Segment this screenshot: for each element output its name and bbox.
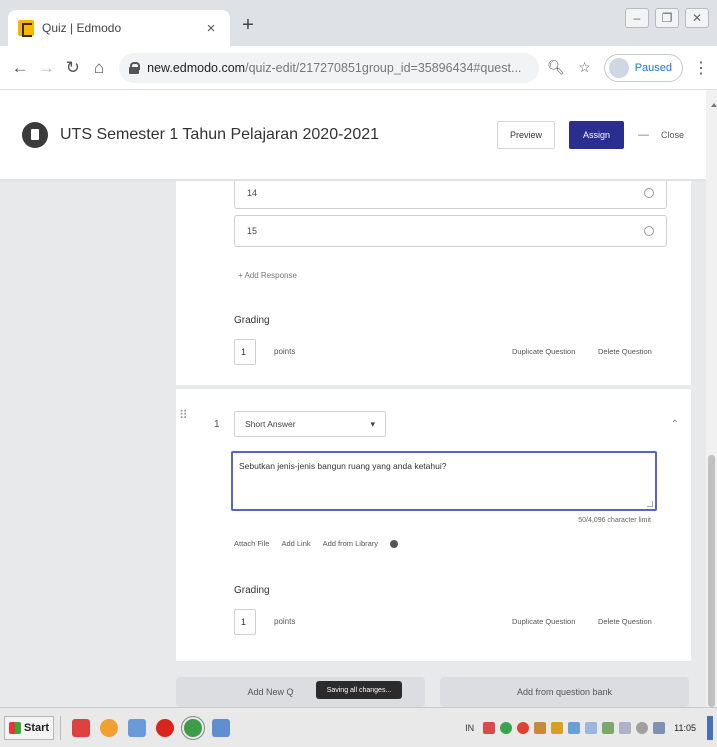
forward-arrow-icon[interactable]: → (34, 55, 58, 81)
character-limit: 50/4,096 character limit (578, 517, 651, 524)
add-from-library-button[interactable]: Add from Library (323, 539, 378, 548)
browser-toolbar: ← → ↻ ⌂ new.edmodo.com/quiz-edit/2172708… (0, 46, 717, 90)
windows-flag-icon (9, 721, 21, 734)
speaker-icon[interactable] (636, 721, 649, 734)
add-from-question-bank-button[interactable]: Add from question bank (440, 677, 689, 707)
grading-label: Grading (234, 315, 270, 326)
profile-status: Paused (634, 61, 673, 74)
language-indicator[interactable]: IN (465, 723, 474, 733)
tray-icon-app[interactable] (602, 721, 615, 734)
tray-icon-network[interactable] (568, 721, 581, 734)
battery-icon[interactable] (653, 721, 666, 734)
delete-question-button[interactable]: Delete Question (598, 617, 652, 626)
points-label: points (274, 347, 296, 356)
close-button[interactable]: Close (661, 130, 684, 140)
resize-handle-icon[interactable] (647, 501, 653, 507)
app-icon-chrome[interactable] (100, 718, 119, 737)
saving-toast: Saving all changes... (316, 681, 402, 699)
quiz-header: UTS Semester 1 Tahun Pelajaran 2020-2021… (0, 90, 706, 180)
profile-button[interactable]: Paused (603, 53, 684, 82)
preview-button[interactable]: Preview (496, 120, 555, 149)
start-label: Start (24, 721, 50, 734)
os-taskbar: Start IN 11:05 (0, 707, 717, 747)
tab-title: Quiz | Edmodo (42, 21, 122, 35)
drag-handle-icon[interactable]: ⠿ (179, 409, 188, 421)
duplicate-question-button[interactable]: Duplicate Question (512, 347, 575, 356)
browser-tabstrip: Quiz | Edmodo × + – ❐ ✕ (0, 0, 717, 46)
close-tab-icon[interactable]: × (202, 20, 220, 37)
page-title: UTS Semester 1 Tahun Pelajaran 2020-2021 (60, 125, 380, 143)
menu-kebab-icon[interactable]: ⋮ (693, 58, 709, 78)
window-controls: – ❐ ✕ (625, 8, 709, 28)
app-icon-opera[interactable] (156, 718, 175, 737)
question-number: 1 (214, 419, 220, 430)
question-type-select[interactable]: Short Answer ▾ (234, 411, 386, 437)
avatar (608, 57, 629, 78)
tray-icon-green[interactable] (500, 721, 513, 734)
flag-icon[interactable] (619, 721, 632, 734)
attachment-actions: Attach File Add Link Add from Library (234, 539, 399, 548)
grading-label: Grading (234, 585, 270, 596)
reload-icon[interactable]: ↻ (61, 55, 85, 81)
tray-icon-opera[interactable] (517, 721, 530, 734)
app-icon-browser-active[interactable] (181, 715, 206, 740)
points-input[interactable]: 1 (234, 609, 256, 635)
answer-option-text: 14 (247, 188, 258, 198)
browser-tab[interactable]: Quiz | Edmodo × (8, 10, 230, 46)
correct-answer-radio[interactable] (644, 188, 654, 198)
bookmark-star-icon[interactable]: ☆ (573, 56, 595, 80)
address-bar[interactable]: new.edmodo.com/quiz-edit/217270851group_… (119, 52, 539, 83)
points-label: points (274, 617, 296, 626)
page-scrollbar[interactable] (706, 90, 717, 707)
points-input[interactable]: 1 (234, 339, 256, 365)
quiz-icon (22, 121, 48, 148)
tray-icon-app[interactable] (585, 721, 598, 734)
attach-file-button[interactable]: Attach File (234, 539, 269, 548)
add-response-link[interactable]: + Add Response (238, 271, 297, 280)
delete-question-button[interactable]: Delete Question (598, 347, 652, 356)
answer-option[interactable]: 14 (234, 181, 667, 209)
lock-icon (129, 61, 141, 74)
restore-icon[interactable]: ❐ (655, 8, 679, 28)
collapse-chevron-icon[interactable]: ⌃ (671, 419, 679, 430)
minimize-icon[interactable]: – (625, 8, 649, 28)
scrollbar-thumb[interactable] (708, 455, 715, 707)
question-text: Sebutkan jenis-jenis bangun ruang yang a… (239, 461, 447, 471)
quiz-editor: 14 15 + Add Response Grading 1 points Du… (0, 181, 706, 707)
show-desktop-button[interactable] (707, 715, 713, 740)
scroll-up-arrow-icon[interactable] (711, 103, 717, 107)
question-card-current: ⠿ 1 Short Answer ▾ ⌃ Sebutkan jenis-jeni… (176, 389, 691, 661)
header-separator: — (637, 128, 649, 141)
start-button[interactable]: Start (4, 715, 55, 740)
chevron-down-icon: ▾ (370, 418, 375, 429)
taskbar-divider (60, 715, 62, 740)
back-arrow-icon[interactable]: ← (8, 55, 32, 81)
search-icon[interactable]: 🔍︎ (545, 56, 567, 80)
url-text: new.edmodo.com/quiz-edit/217270851group_… (147, 60, 522, 75)
question-card-previous: 14 15 + Add Response Grading 1 points Du… (176, 181, 691, 385)
app-icon-document[interactable] (212, 718, 231, 737)
duplicate-question-button[interactable]: Duplicate Question (512, 617, 575, 626)
answer-option[interactable]: 15 (234, 215, 667, 247)
tray-icon-app[interactable] (551, 721, 564, 734)
edmodo-favicon-icon (18, 20, 34, 37)
info-icon[interactable] (390, 539, 399, 548)
clock: 11:05 (674, 722, 696, 733)
home-icon[interactable]: ⌂ (87, 55, 111, 81)
add-new-question-label: Add New Q (247, 687, 294, 697)
close-window-icon[interactable]: ✕ (685, 8, 709, 28)
tray-icon-app[interactable] (534, 721, 547, 734)
tray-icon-antivirus[interactable] (483, 721, 496, 734)
add-link-button[interactable]: Add Link (281, 539, 310, 548)
correct-answer-radio[interactable] (644, 226, 654, 236)
question-type-value: Short Answer (245, 419, 296, 429)
system-tray: IN 11:05 (465, 715, 713, 740)
app-icon-security[interactable] (72, 718, 91, 737)
question-text-input[interactable]: Sebutkan jenis-jenis bangun ruang yang a… (231, 451, 657, 511)
assign-button[interactable]: Assign (568, 120, 624, 149)
answer-option-text: 15 (247, 226, 258, 236)
app-icon-folder[interactable] (128, 718, 147, 737)
new-tab-button[interactable]: + (236, 14, 260, 37)
